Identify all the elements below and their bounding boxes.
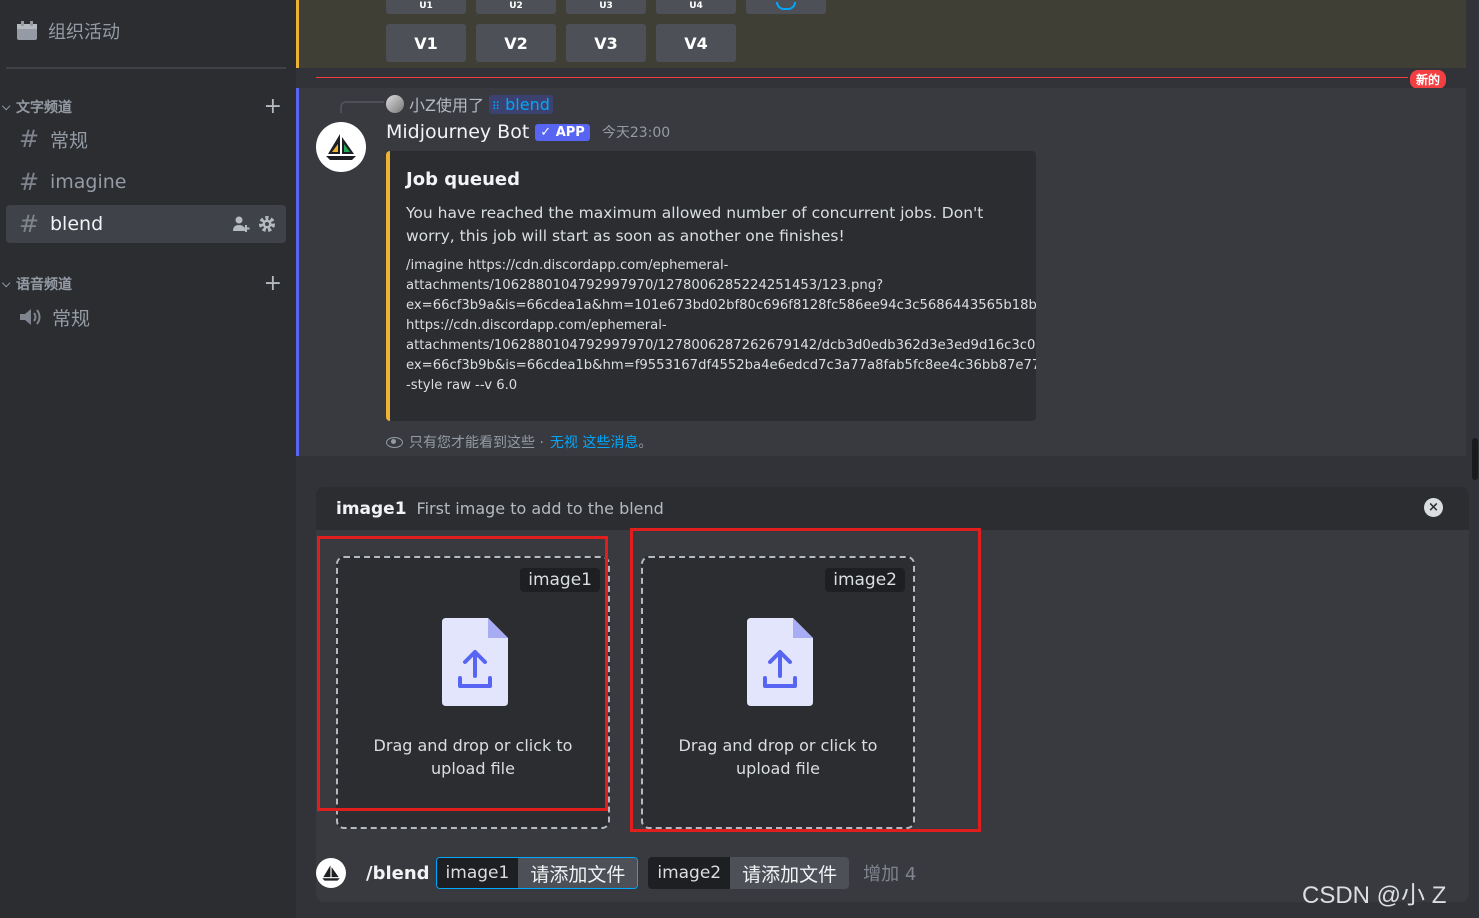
speaker-icon	[20, 309, 41, 325]
sidebar-item-general[interactable]: # 常规	[6, 120, 286, 158]
hash-icon: #	[18, 168, 40, 196]
sidebar-item-voice-general[interactable]: 常规	[6, 298, 286, 336]
category-label: 文字频道	[16, 99, 72, 116]
scrollbar[interactable]	[1472, 438, 1478, 480]
message-timestamp: 今天23:00	[601, 125, 671, 141]
hash-icon: #	[18, 125, 40, 153]
app-badge: ✓ APP	[535, 123, 590, 141]
channel-label: imagine	[50, 171, 127, 193]
category-label: 语音频道	[16, 276, 72, 293]
sailboat-logo-icon	[326, 134, 356, 160]
channel-label: 常规	[50, 129, 89, 152]
chevron-down-icon: ⌵	[2, 99, 11, 113]
hash-icon: #	[18, 210, 40, 238]
bot-avatar[interactable]	[316, 122, 366, 172]
channel-label: 常规	[52, 307, 91, 330]
param-key: image2	[648, 857, 731, 889]
reply-user[interactable]: 小Z使用了	[409, 92, 484, 116]
new-messages-divider	[316, 77, 1408, 78]
chevron-down-icon: ⌵	[2, 276, 11, 290]
variation-button-3[interactable]: V3	[566, 24, 646, 62]
previous-message: U1 U2 U3 U4 V1 V2 V3 V4	[296, 0, 1466, 68]
add-channel-icon[interactable]: +	[264, 94, 282, 119]
command-link[interactable]: ⠿ blend	[488, 94, 553, 114]
interaction-reply: 小Z使用了 ⠿ blend	[386, 92, 553, 116]
calendar-icon	[17, 21, 37, 40]
close-icon[interactable]: ×	[1424, 498, 1443, 517]
message-embed: Job queued You have reached the maximum …	[386, 151, 1036, 421]
new-messages-badge: 新的	[1410, 70, 1447, 89]
option-name: image1	[336, 498, 407, 519]
reply-connector	[340, 101, 384, 113]
gear-icon[interactable]	[258, 215, 276, 233]
sidebar-item-imagine[interactable]: # imagine	[6, 163, 286, 201]
more-options[interactable]: 增加 4	[863, 860, 916, 886]
text-channels-category[interactable]: ⌵ 文字频道 +	[2, 94, 282, 119]
apps-icon: ⠿	[491, 99, 501, 113]
variation-button-1[interactable]: V1	[386, 24, 466, 62]
voice-channels-category[interactable]: ⌵ 语音频道 +	[2, 271, 282, 296]
dismiss-message-link[interactable]: 无视 这些消息	[550, 432, 638, 452]
variation-button-4[interactable]: V4	[656, 24, 736, 62]
invite-members-icon[interactable]	[232, 215, 250, 233]
highlight-box-image2	[630, 528, 981, 832]
upscale-button-2[interactable]: U2	[476, 0, 556, 14]
command-name: /blend	[366, 862, 430, 884]
reroll-icon	[776, 2, 796, 10]
sidebar-item-blend[interactable]: # blend	[6, 205, 286, 243]
embed-prompt: /imagine https://cdn.discordapp.com/ephe…	[406, 258, 1036, 393]
option-description: First image to add to the blend	[416, 499, 664, 518]
chat-area: U1 U2 U3 U4 V1 V2 V3 V4 新的 小Z使用了 ⠿ blend…	[296, 0, 1479, 918]
embed-title: Job queued	[406, 169, 521, 190]
channel-label: blend	[50, 213, 104, 235]
param-pill-image1[interactable]: image1 请添加文件	[435, 857, 639, 889]
highlight-box-image1	[317, 536, 608, 811]
ephemeral-notice: 只有您才能看到这些 · 无视 这些消息 。	[386, 432, 652, 452]
param-value: 请添加文件	[730, 857, 850, 889]
upscale-button-3[interactable]: U3	[566, 0, 646, 14]
check-icon: ✓	[540, 124, 552, 140]
add-channel-icon[interactable]: +	[264, 271, 282, 296]
eye-icon	[386, 436, 403, 448]
bot-avatar-small	[316, 858, 346, 888]
param-key: image1	[436, 858, 519, 888]
reroll-button[interactable]	[746, 0, 826, 14]
upscale-button-4[interactable]: U4	[656, 0, 736, 14]
sailboat-logo-icon	[322, 865, 340, 881]
user-mini-avatar[interactable]	[386, 95, 404, 113]
param-value: 请添加文件	[518, 858, 638, 888]
message-header: Midjourney Bot ✓ APP 今天23:00	[386, 121, 670, 143]
csdn-watermark: CSDN @小 Z	[1302, 882, 1447, 909]
events-item[interactable]: 组织活动	[16, 18, 120, 44]
sidebar-divider	[6, 67, 286, 69]
channel-sidebar: 组织活动 ⌵ 文字频道 + # 常规 # imagine # blend ⌵ 语…	[0, 0, 296, 918]
events-label: 组织活动	[48, 22, 120, 43]
embed-description: You have reached the maximum allowed num…	[406, 204, 984, 245]
variation-button-2[interactable]: V2	[476, 24, 556, 62]
command-input-row[interactable]: /blend image1 请添加文件 image2 请添加文件 增加 4	[316, 856, 916, 890]
param-pill-image2[interactable]: image2 请添加文件	[648, 857, 850, 889]
upscale-button-1[interactable]: U1	[386, 0, 466, 14]
option-header: image1 First image to add to the blend ×	[316, 487, 1469, 530]
author-name[interactable]: Midjourney Bot	[386, 121, 529, 143]
